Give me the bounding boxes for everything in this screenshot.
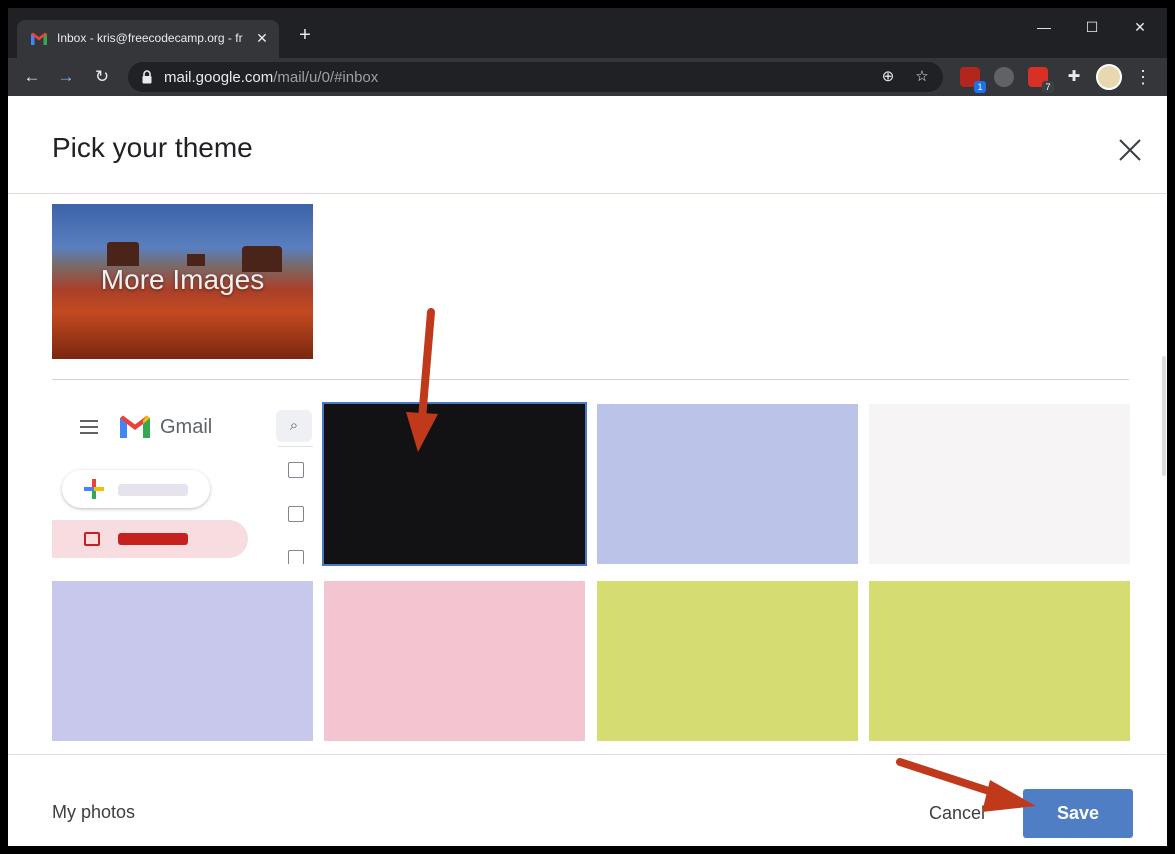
browser-tab[interactable]: Inbox - kris@freecodecamp.org - fr ✕ xyxy=(17,20,279,58)
maximize-icon[interactable]: ☐ xyxy=(1070,15,1114,39)
cancel-button[interactable]: Cancel xyxy=(912,791,1002,835)
todo-extension-icon[interactable]: 7 xyxy=(1028,67,1054,93)
extension-badge: 1 xyxy=(974,81,986,93)
window-close-icon[interactable]: ✕ xyxy=(1118,15,1162,39)
close-icon[interactable]: ✕ xyxy=(253,29,271,47)
extension-badge: 7 xyxy=(1042,81,1054,93)
tab-strip: Inbox - kris@freecodecamp.org - fr ✕ + —… xyxy=(8,8,1167,58)
annotation-arrow xyxy=(406,308,438,452)
kebab-menu-icon[interactable]: ⋮ xyxy=(1134,63,1152,91)
plus-icon[interactable]: + xyxy=(294,25,316,47)
divider xyxy=(8,754,1167,755)
theme-grid-area: More Images Gmail ⌕ xyxy=(8,194,1167,754)
reload-icon[interactable]: ↻ xyxy=(88,63,116,91)
my-photos-link[interactable]: My photos xyxy=(52,802,135,823)
theme-dialog: Pick your theme More Images Gmail ⌕ My p… xyxy=(8,96,1167,846)
avatar[interactable] xyxy=(1096,64,1122,90)
lock-icon xyxy=(142,70,152,84)
zoom-icon[interactable]: ⊕ xyxy=(878,67,898,87)
url-text: mail.google.com/mail/u/0/#inbox xyxy=(164,69,379,86)
dialog-title: Pick your theme xyxy=(52,132,253,163)
scrollbar[interactable] xyxy=(1162,356,1166,476)
save-button[interactable]: Save xyxy=(1023,789,1133,838)
ublock-extension-icon[interactable]: 1 xyxy=(960,67,986,93)
forward-arrow-icon[interactable]: → xyxy=(52,63,80,91)
close-icon[interactable] xyxy=(1116,136,1144,164)
gmail-favicon xyxy=(31,32,47,45)
back-arrow-icon[interactable]: ← xyxy=(18,63,46,91)
star-icon[interactable]: ☆ xyxy=(912,67,932,87)
minimize-icon[interactable]: — xyxy=(1022,15,1066,39)
tab-title: Inbox - kris@freecodecamp.org - fr xyxy=(57,31,243,45)
extension-icon[interactable] xyxy=(994,67,1014,87)
browser-window: Inbox - kris@freecodecamp.org - fr ✕ + —… xyxy=(8,8,1167,846)
puzzle-icon[interactable]: ✚ xyxy=(1060,63,1088,91)
browser-toolbar: ← → ↻ mail.google.com/mail/u/0/#inbox ⊕ … xyxy=(8,58,1167,96)
address-bar[interactable]: mail.google.com/mail/u/0/#inbox ⊕ ☆ xyxy=(128,62,943,92)
